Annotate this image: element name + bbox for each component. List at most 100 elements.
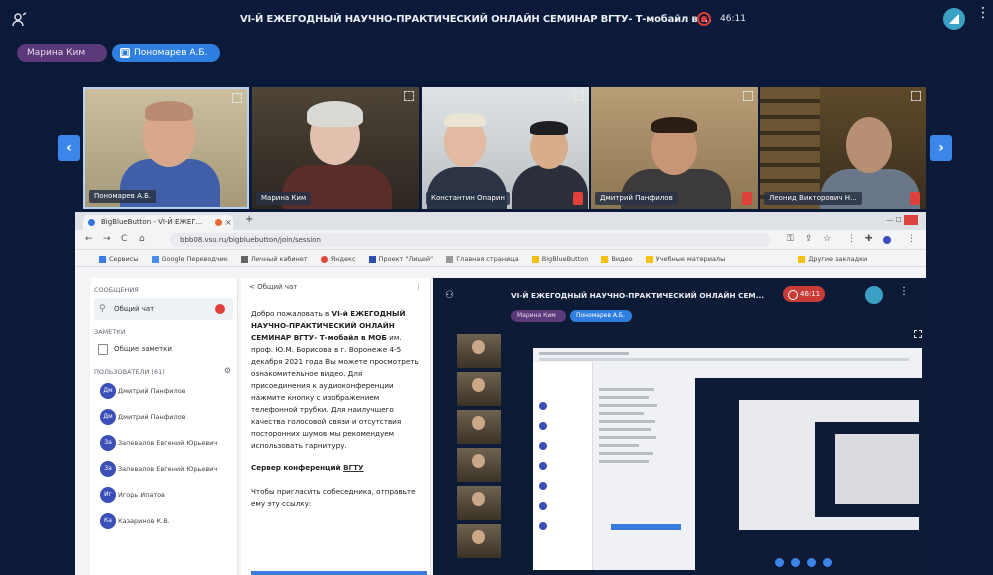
avatar: Дм (100, 409, 116, 425)
chat-header[interactable]: < Общий чат ⋮ (241, 278, 430, 296)
bookmark[interactable]: Личный кабинет (240, 251, 308, 266)
expand-icon[interactable] (574, 91, 584, 101)
video-tile[interactable]: Марина Ким (252, 87, 419, 209)
shared-notes-label: Общие заметки (114, 345, 172, 353)
video-tile[interactable]: Леонид Викторович Н... (760, 87, 926, 209)
bookmarks-bar: Сервисы Google Переводчик Личный кабинет… (75, 251, 926, 267)
presenter-chip-label: Пономарев А.Б. (134, 48, 208, 58)
avatar: Ка (100, 513, 116, 529)
expand-icon (914, 330, 922, 338)
users-toggle-icon[interactable] (12, 12, 28, 28)
bookmark[interactable]: Яндекс (320, 251, 356, 266)
recording-icon[interactable] (697, 12, 711, 26)
profile-icon[interactable] (883, 236, 891, 244)
window-controls[interactable]: — ☐ (868, 215, 918, 225)
recording-time: 46:11 (720, 14, 746, 24)
bookmark-folder[interactable]: Другие закладки (798, 251, 867, 266)
recording-icon (215, 219, 222, 226)
deeper-nested-view (695, 378, 922, 570)
chat-welcome-message: Добро пожаловать в VI-й ЕЖЕГОДНЫЙ НАУЧНО… (251, 309, 419, 508)
nested-meeting-title: VI-Й ЕЖЕГОДНЫЙ НАУЧНО-ПРАКТИЧЕСКИЙ ОНЛАЙ… (511, 291, 765, 300)
browser-tab-bar: BigBlueButton - VI-Й ЕЖЕГ... × + — ☐ (75, 212, 926, 230)
muted-icon (742, 192, 752, 205)
presenter-chip-ponomarev[interactable]: ▣ Пономарев А.Б. (112, 44, 220, 62)
back-icon[interactable]: ← (85, 234, 93, 244)
muted-icon (910, 192, 920, 205)
avatar: За (100, 461, 116, 477)
puzzle-icon[interactable]: ✚ (865, 234, 873, 244)
bookmark[interactable]: Google Переводчик (151, 251, 228, 266)
bookmark[interactable]: Учебные материалы (645, 251, 725, 266)
expand-icon[interactable] (404, 91, 414, 101)
screen-share-icon: ▣ (120, 48, 130, 58)
close-icon[interactable] (904, 215, 918, 225)
menu-icon[interactable]: ⋮ (907, 234, 916, 244)
chat-panel: < Общий чат ⋮ Добро пожаловать в VI-й ЕЖ… (241, 278, 431, 575)
new-tab-icon[interactable]: + (245, 214, 253, 225)
reload-icon[interactable]: C (121, 234, 127, 244)
bookmark[interactable]: BigBlueButton (531, 251, 588, 266)
meeting-title: VI-Й ЕЖЕГОДНЫЙ НАУЧНО-ПРАКТИЧЕСКИЙ ОНЛАЙ… (240, 14, 712, 25)
user-list-item[interactable]: Ка Казаринов К.В. (90, 508, 237, 534)
users-header: ПОЛЬЗОВАТЕЛИ (61) ⚙ (94, 366, 231, 376)
bookmark[interactable]: Проект "Лицей" (368, 251, 433, 266)
browser-tab-title: BigBlueButton - VI-Й ЕЖЕГ... (101, 218, 203, 226)
nested-conference-view: ⚇ VI-Й ЕЖЕГОДНЫЙ НАУЧНО-ПРАКТИЧЕСКИЙ ОНЛ… (433, 278, 926, 575)
user-list-item[interactable]: Дм Дмитрий Панфилов (90, 378, 237, 404)
browser-tab[interactable]: BigBlueButton - VI-Й ЕЖЕГ... × (83, 215, 233, 230)
avatar: Дм (100, 383, 116, 399)
bookmark[interactable]: Главная страница (446, 251, 519, 266)
expand-icon[interactable] (743, 91, 753, 101)
user-list-item[interactable]: Иг Игорь Ипатов (90, 482, 237, 508)
expand-icon[interactable] (911, 91, 921, 101)
top-bar: VI-Й ЕЖЕГОДНЫЙ НАУЧНО-ПРАКТИЧЕСКИЙ ОНЛАЙ… (0, 0, 993, 40)
gear-icon[interactable]: ⚙ (224, 366, 231, 375)
star-icon[interactable]: ☆ (823, 234, 831, 244)
expand-icon[interactable] (232, 93, 242, 103)
address-bar[interactable]: bbb08.vsu.ru/bigbluebutton/join/session (170, 233, 770, 247)
user-list-item[interactable]: За Запевалов Евгений Юрьевич (90, 456, 237, 482)
more-options-icon[interactable]: ⋮ (415, 278, 422, 296)
video-prev-button[interactable]: ‹ (58, 135, 80, 161)
conference-app: VI-Й ЕЖЕГОДНЫЙ НАУЧНО-ПРАКТИЧЕСКИЙ ОНЛАЙ… (0, 0, 993, 575)
forward-icon[interactable]: → (103, 234, 111, 244)
video-name-label: Марина Ким (256, 192, 312, 205)
chat-icon: ⚲ (99, 304, 106, 314)
extensions-icon[interactable]: ⋮ (847, 234, 856, 244)
nested-screen-share (533, 348, 922, 570)
video-thumbnail (457, 486, 501, 520)
home-icon[interactable]: ⌂ (139, 234, 145, 244)
key-icon[interactable]: ⚿ (787, 234, 794, 244)
user-list-item[interactable]: За Запевалов Евгений Юрьевич (90, 430, 237, 456)
video-thumbnail (457, 448, 501, 482)
notes-header: ЗАМЕТКИ (94, 328, 126, 336)
video-tile[interactable]: Константин Опарин (422, 87, 589, 209)
presenter-chip-label: Марина Ким (27, 48, 86, 58)
video-thumbnail (457, 334, 501, 368)
avatar: Иг (100, 487, 116, 503)
connection-status-icon[interactable] (943, 8, 965, 30)
connection-status-icon (865, 286, 883, 304)
presenter-chip-marina[interactable]: Марина Ким (17, 44, 107, 62)
share-icon[interactable]: ⇪ (805, 234, 813, 244)
public-chat-item[interactable]: ⚲ Общий чат (94, 298, 233, 320)
bookmark[interactable]: Видео (601, 251, 633, 266)
muted-icon (573, 192, 583, 205)
favicon-icon (88, 219, 95, 226)
control-button-icon (807, 558, 816, 567)
close-icon[interactable]: × (225, 215, 232, 230)
avatar: За (100, 435, 116, 451)
more-options-icon[interactable]: ⋮ (976, 6, 990, 20)
video-tile[interactable]: Пономарев А.Б. (83, 87, 249, 209)
user-list-item[interactable]: Дм Дмитрий Панфилов (90, 404, 237, 430)
server-link[interactable]: ВГТУ (343, 463, 364, 472)
video-tile[interactable]: Дмитрий Панфилов (591, 87, 758, 209)
shared-notes-item[interactable]: Общие заметки (94, 338, 233, 360)
public-chat-label: Общий чат (114, 305, 155, 313)
video-name-label: Пономарев А.Б. (89, 190, 157, 203)
nested-presenter-chip: Марина Ким (511, 310, 566, 322)
chat-input[interactable] (251, 571, 427, 575)
control-button-icon (791, 558, 800, 567)
bookmark[interactable]: Сервисы (99, 251, 138, 266)
video-next-button[interactable]: › (930, 135, 952, 161)
